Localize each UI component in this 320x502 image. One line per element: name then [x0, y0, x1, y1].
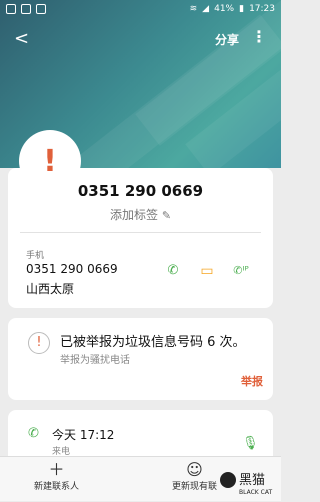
plus-icon: ＋: [48, 460, 65, 479]
back-arrow-icon[interactable]: <: [14, 28, 29, 49]
black-cat-watermark: 黑猫 BLACK CAT: [219, 468, 277, 498]
add-tag-label: 添加标签: [109, 208, 158, 222]
incoming-call-icon: ✆: [28, 426, 39, 441]
spam-report-type: 举报为骚扰电话: [60, 355, 130, 366]
signal-icon: ◢: [202, 4, 210, 14]
status-bar: ≋ ◢ 41% ▮ 17:23: [0, 0, 281, 20]
call-time: 今天 17:12: [52, 428, 115, 442]
divider: [20, 232, 261, 233]
svg-text:黑猫: 黑猫: [239, 473, 265, 488]
clock: 17:23: [249, 4, 275, 14]
report-button[interactable]: 举报: [241, 373, 263, 389]
new-contact-button[interactable]: ＋ 新建联系人: [34, 460, 80, 493]
notification-icon: [21, 4, 31, 14]
message-icon[interactable]: ▭: [198, 262, 216, 280]
recording-icon[interactable]: 🎙: [242, 436, 259, 451]
battery-icon: ▮: [239, 4, 245, 14]
wifi-icon: ≋: [189, 4, 198, 14]
call-icon[interactable]: ✆: [164, 262, 182, 280]
contact-avatar: !: [19, 130, 81, 192]
share-button[interactable]: 分享: [215, 31, 239, 48]
warning-icon: !: [28, 332, 50, 354]
warning-exclamation-icon: !: [43, 143, 57, 179]
person-icon: ☺: [186, 460, 203, 479]
phone-type-label: 手机: [26, 251, 45, 261]
spam-card: ! 已被举报为垃圾信息号码 6 次。 举报为骚扰电话 举报: [8, 318, 273, 400]
notification-icon: [36, 4, 46, 14]
svg-text:BLACK CAT: BLACK CAT: [239, 489, 272, 496]
phone-location: 山西太原: [26, 282, 75, 296]
new-contact-label: 新建联系人: [34, 482, 80, 492]
edit-icon: ✎: [161, 209, 172, 222]
toolbar: < 分享 ⋮: [0, 22, 281, 54]
spam-report-count: 已被举报为垃圾信息号码 6 次。: [60, 335, 246, 350]
update-contact-button[interactable]: ☺ 更新现有联: [172, 460, 218, 493]
notification-icon: [6, 4, 16, 14]
add-tag-button[interactable]: 添加标签 ✎: [8, 206, 273, 223]
phone-number[interactable]: 0351 290 0669: [26, 262, 118, 276]
more-vertical-icon[interactable]: ⋮: [251, 27, 267, 46]
battery-percent: 41%: [214, 4, 235, 14]
update-contact-label: 更新现有联: [172, 482, 218, 492]
ip-call-icon[interactable]: ✆ᴵᴾ: [232, 262, 250, 280]
